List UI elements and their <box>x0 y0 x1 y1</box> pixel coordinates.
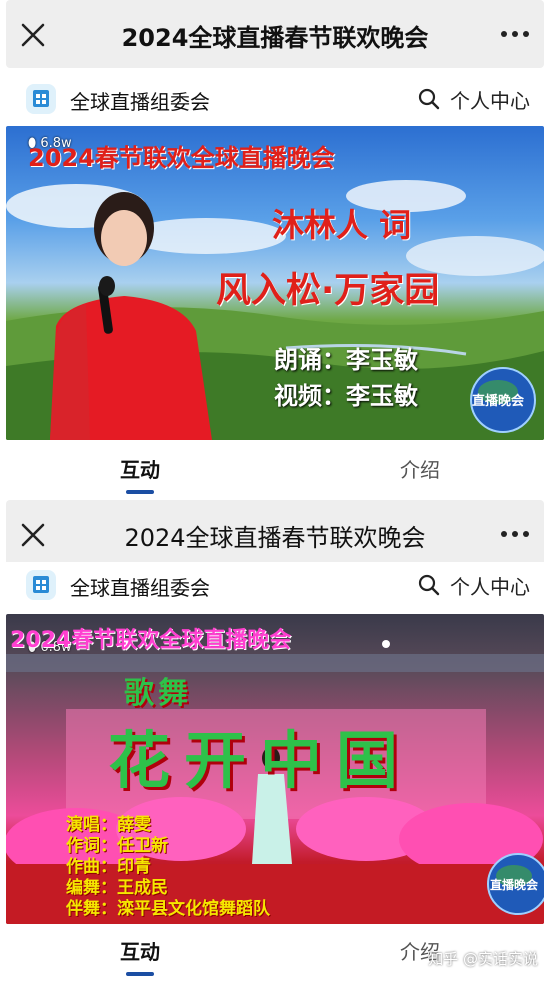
video-player[interactable]: ⬮ 6.8w 2024春节联欢全球直播晚会 沐林人 词 风入松·万家园 朗诵：李… <box>6 126 544 440</box>
video-banner-title: 2024春节联欢全球直播晚会 <box>10 628 292 653</box>
lyricist-credit: 沐林人 词 <box>272 206 412 244</box>
search-icon[interactable] <box>418 88 440 110</box>
live-badge-label: 直播晚会 <box>490 878 539 892</box>
personal-center-link[interactable]: 个人中心 <box>450 571 530 600</box>
window-header: 2024全球直播春节联欢晚会 <box>6 0 544 68</box>
window-title: 2024全球直播春节联欢晚会 <box>124 524 426 552</box>
window-header: 2024全球直播春节联欢晚会 <box>6 500 544 568</box>
credit-dancers: 伴舞：滦平县文化馆舞蹈队 <box>66 899 270 919</box>
zhihu-watermark: 知乎 @实话实说 <box>428 950 538 968</box>
close-icon[interactable] <box>20 522 46 548</box>
account-logo-icon[interactable] <box>26 570 56 600</box>
video-credit: 视频：李玉敏 <box>274 382 418 410</box>
work-title: 风入松·万家园 <box>216 271 440 311</box>
personal-center-link[interactable]: 个人中心 <box>450 85 530 114</box>
reciter-credit: 朗诵：李玉敏 <box>274 346 418 374</box>
close-icon[interactable] <box>20 22 46 48</box>
tab-introduction[interactable]: 介绍 <box>400 454 440 483</box>
video-banner-title: 2024春节联欢全球直播晚会 <box>28 144 335 172</box>
live-badge-label: 直播晚会 <box>472 394 525 409</box>
account-bar: 全球直播组委会 个人中心 <box>6 76 544 122</box>
screenshot-panel-1: 2024全球直播春节联欢晚会 全球直播组委会 个人中心 ⬮ 6.8w 2024春… <box>0 0 550 494</box>
video-player[interactable]: ⬮ 6.8w 2024春节联欢全球直播晚会 歌舞 花开中国 演唱：薛雯 作词：任… <box>6 614 544 924</box>
more-icon[interactable] <box>500 26 530 42</box>
account-logo-icon[interactable] <box>26 84 56 114</box>
genre-label: 歌舞 <box>124 676 192 711</box>
search-icon[interactable] <box>418 574 440 596</box>
account-name[interactable]: 全球直播组委会 <box>70 86 210 115</box>
tab-interaction[interactable]: 互动 <box>120 936 160 976</box>
screenshot-panel-2: 2024全球直播春节联欢晚会 全球直播组委会 个人中心 ⬮ 6.8w 2024春… <box>0 492 550 983</box>
more-icon[interactable] <box>500 526 530 542</box>
tab-bar: 互动 介绍 <box>6 444 544 494</box>
account-name[interactable]: 全球直播组委会 <box>70 572 210 601</box>
tab-interaction[interactable]: 互动 <box>120 454 160 494</box>
window-title: 2024全球直播春节联欢晚会 <box>121 24 429 52</box>
work-title: 花开中国 <box>108 724 413 797</box>
account-bar: 全球直播组委会 个人中心 <box>6 562 544 608</box>
